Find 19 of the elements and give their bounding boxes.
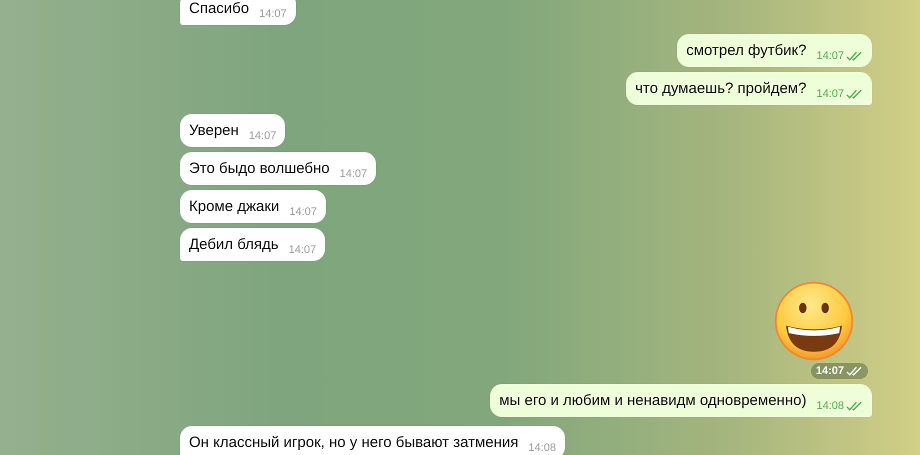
message-time: 14:08: [528, 441, 556, 455]
message-time: 14:07: [340, 167, 368, 181]
message-bubble[interactable]: Кроме джаки 14:07: [180, 190, 326, 223]
message-bubble[interactable]: мы его и любим и ненавидм одновременно) 14:08: [490, 384, 872, 417]
message-time: 14:07: [289, 205, 317, 219]
message-bubble[interactable]: смотрел футбик? 14:07: [677, 34, 872, 67]
message-time: 14:07: [288, 243, 316, 257]
message-time: 14:07: [259, 7, 287, 21]
message-time: 14:07: [816, 49, 844, 63]
message-bubble[interactable]: Он классный игрок, но у него бывают затмения 14:08: [180, 426, 565, 455]
message-bubble[interactable]: Дебил блядь 14:07: [180, 228, 326, 261]
message-time: 14:07: [816, 87, 844, 101]
message-bubble[interactable]: Спасибо 14:07: [180, 0, 296, 25]
message-time: 14:08: [816, 399, 844, 413]
message-bubble[interactable]: что думаешь? пройдем? 14:07: [626, 72, 872, 105]
message-bubble[interactable]: Уверен 14:07: [180, 114, 286, 147]
message-bubble[interactable]: Это быдо волшебно 14:07: [180, 152, 376, 185]
message-time: 14:07: [816, 364, 844, 378]
message-time: 14:07: [248, 129, 276, 143]
